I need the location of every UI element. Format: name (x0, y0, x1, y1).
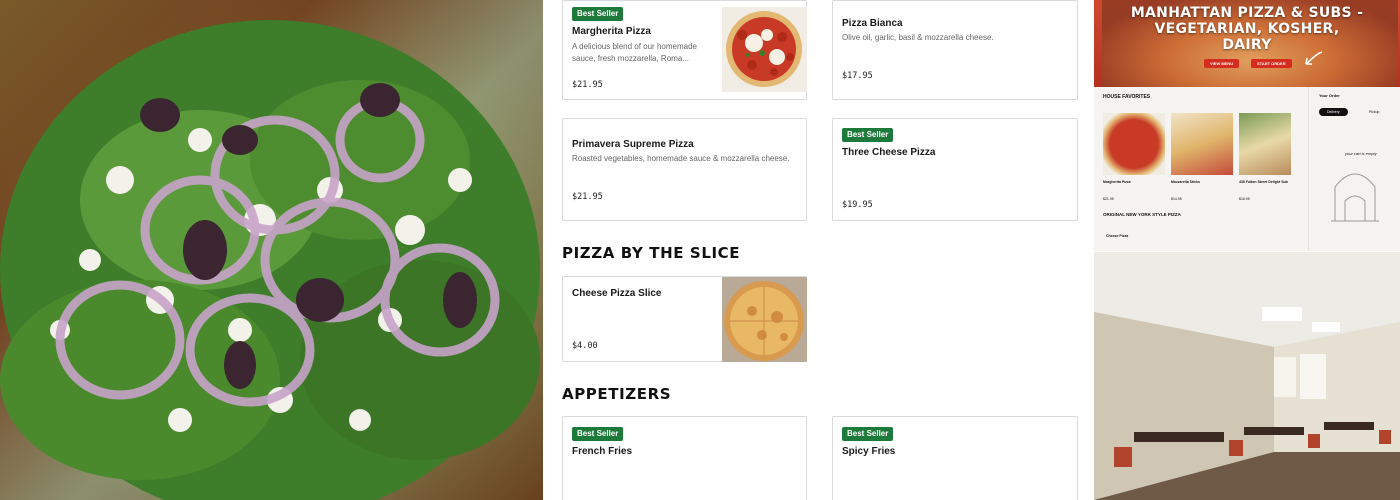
favorites-row (1103, 113, 1291, 177)
mini-item-name: Mozzarella Sticks (1171, 180, 1200, 184)
arrow-icon (1305, 51, 1323, 65)
your-order-label: Your Order (1319, 93, 1340, 98)
pizza-oven-icon (1331, 173, 1379, 222)
order-panel: Your Order Delivery Pickup your cart is … (1308, 87, 1400, 251)
restaurant-interior-photo (1094, 252, 1400, 500)
view-menu-button[interactable]: VIEW MENU (1204, 59, 1240, 68)
menu-item-margherita[interactable]: Best Seller Margherita Pizza A delicious… (562, 0, 807, 100)
salad-illustration (0, 20, 540, 500)
item-name: French Fries (572, 446, 633, 457)
website-preview: HOUSE FAVORITES Margherita Pizza Mozzare… (1094, 87, 1400, 251)
margherita-pizza-image (722, 7, 807, 92)
item-name: Primavera Supreme Pizza (572, 139, 694, 150)
start-order-button[interactable]: START ORDER (1251, 59, 1292, 68)
menu-item-primavera-supreme[interactable]: Primavera Supreme Pizza Roasted vegetabl… (562, 118, 807, 221)
original-style-heading: ORIGINAL NEW YORK STYLE PIZZA (1103, 212, 1181, 217)
item-name: Pizza Bianca (842, 18, 903, 29)
section-title-appetizers: APPETIZERS (562, 385, 672, 403)
pickup-toggle[interactable]: Pickup (1361, 108, 1388, 116)
mini-item-price: $16.95 (1239, 197, 1250, 201)
cart-empty-label: your cart is empty (1345, 151, 1377, 156)
mini-item-name: 435 Fulton Street Delight Sub (1239, 180, 1288, 184)
menu-item-cheese-pizza-slice[interactable]: Cheese Pizza Slice $4.00 (562, 276, 807, 362)
salad-photo (0, 0, 543, 500)
item-description: Roasted vegetables, homemade sauce & moz… (572, 154, 790, 163)
menu-item-spicy-fries[interactable]: Best Seller Spicy Fries (832, 416, 1078, 500)
delivery-toggle[interactable]: Delivery (1319, 108, 1348, 116)
mini-item-price: $14.95 (1171, 197, 1182, 201)
favorite-margherita-image (1103, 113, 1165, 175)
favorite-mozzarella-image (1171, 113, 1233, 175)
house-favorites-heading: HOUSE FAVORITES (1103, 94, 1151, 100)
item-price: $4.00 (572, 341, 598, 351)
hero-title-line-1: MANHATTAN PIZZA & SUBS - (1130, 5, 1364, 21)
menu-item-pizza-bianca[interactable]: Pizza Bianca Olive oil, garlic, basil & … (832, 0, 1078, 100)
item-price: $21.95 (572, 80, 603, 90)
item-name: Margherita Pizza (572, 26, 651, 37)
best-seller-badge: Best Seller (842, 427, 894, 441)
item-price: $19.95 (842, 200, 873, 210)
menu-item-three-cheese[interactable]: Best Seller Three Cheese Pizza $19.95 (832, 118, 1078, 221)
item-description: A delicious blend of our homemade sauce,… (572, 42, 697, 63)
favorite-sub-image (1239, 113, 1291, 175)
item-name: Spicy Fries (842, 446, 896, 457)
item-price: $17.95 (842, 71, 873, 81)
best-seller-badge: Best Seller (572, 427, 624, 441)
hero-title-line-2: VEGETARIAN, KOSHER, (1154, 21, 1340, 37)
item-description: Olive oil, garlic, basil & mozzarella ch… (842, 33, 994, 42)
item-name: Cheese Pizza Slice (572, 288, 662, 299)
menu-item-french-fries[interactable]: Best Seller French Fries (562, 416, 807, 500)
best-seller-badge: Best Seller (842, 128, 894, 142)
cheese-slice-image (722, 277, 807, 362)
best-seller-badge: Best Seller (572, 7, 624, 21)
item-price: $21.95 (572, 192, 603, 202)
hero-title-line-3: DAIRY (1222, 37, 1272, 53)
mini-cheese-pizza: Cheese Pizza (1106, 234, 1129, 238)
section-title-pizza-by-the-slice: PIZZA BY THE SLICE (562, 244, 741, 262)
mini-item-name: Margherita Pizza (1103, 180, 1131, 184)
mini-item-price: $21.95 (1103, 197, 1114, 201)
item-name: Three Cheese Pizza (842, 147, 936, 158)
